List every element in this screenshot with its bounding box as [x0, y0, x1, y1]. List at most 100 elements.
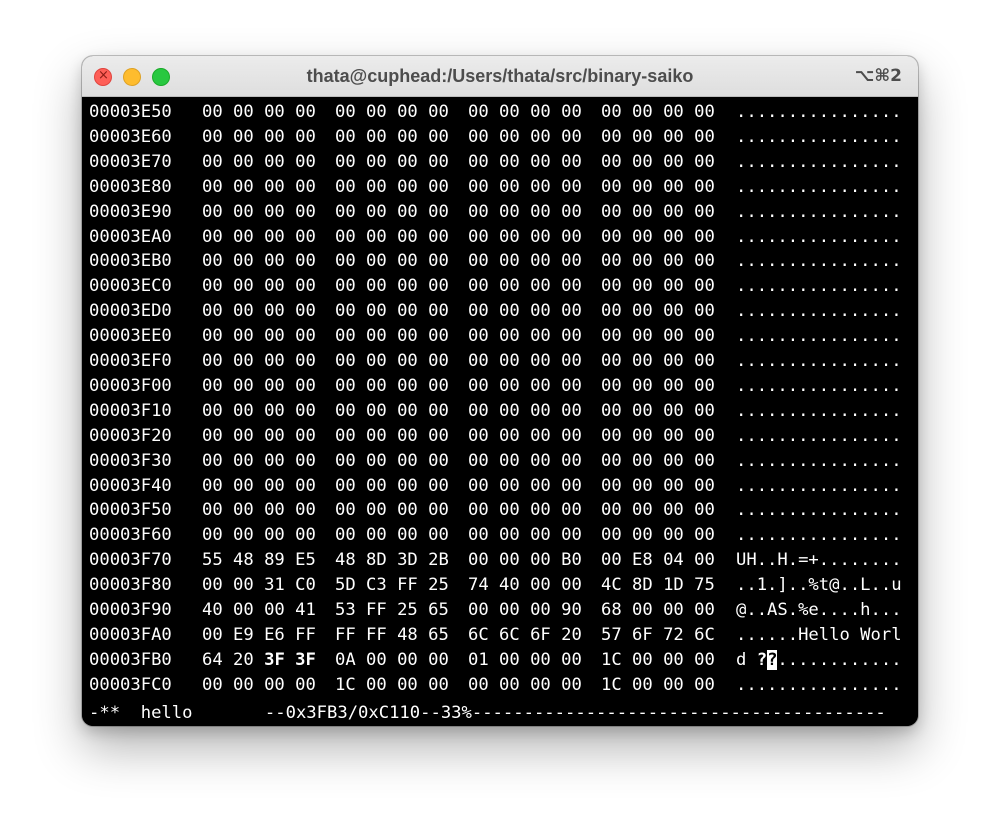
hexdump-row: 00003FA0 00 E9 E6 FF FF FF 48 65 6C 6C 6F 2…: [89, 623, 911, 648]
hex-group: 64 20 3F 3F: [202, 648, 316, 673]
hex-group: 00 00 00 00: [202, 126, 316, 147]
hexdump-row: 00003F90 40 00 00 41 53 FF 25 65 00 00 00 9…: [89, 598, 911, 623]
ascii-column: ................: [736, 276, 902, 297]
hex-group: 00 00 00 00: [468, 251, 582, 272]
row-address: 00003E60: [89, 126, 172, 147]
hex-group: 00 00 00 00: [601, 525, 715, 546]
row-address: 00003E70: [89, 151, 172, 172]
hex-group: 57 6F 72 6C: [601, 624, 715, 645]
row-address: 00003F00: [89, 375, 172, 396]
hex-group: 68 00 00 00: [601, 600, 715, 620]
text-cursor: ?: [767, 649, 778, 670]
hex-group: 00 00 00 00: [335, 326, 449, 347]
hex-group: 53 FF 25 65: [335, 600, 449, 620]
hex-group: 00 00 00 00: [335, 351, 449, 371]
row-address: 00003F40: [89, 475, 172, 496]
hex-group: FF FF 48 65: [335, 624, 449, 645]
hex-group: 00 00 00 00: [468, 226, 582, 247]
row-address: 00003F20: [89, 425, 172, 446]
row-address: 00003FB0: [89, 649, 172, 670]
hex-group: 00 E8 04 00: [601, 550, 715, 571]
hex-group: 00 00 00 00: [202, 500, 316, 521]
hex-group: 00 00 00 00: [468, 525, 582, 546]
hex-group: 00 00 00 00: [202, 151, 316, 172]
window-title: thata@cuphead:/Users/thata/src/binary-sa…: [306, 66, 694, 86]
ascii-column: ................: [736, 226, 902, 247]
row-address: 00003FA0: [89, 624, 172, 645]
hex-group: 00 00 00 00: [335, 226, 449, 247]
row-address: 00003EE0: [89, 326, 172, 347]
hexdump-row: 00003E70 00 00 00 00 00 00 00 00 00 00 00 0…: [89, 150, 911, 175]
hex-group: 00 00 00 00: [601, 201, 715, 222]
hex-group: 00 00 00 00: [202, 276, 316, 297]
hex-group: 00 00 00 00: [202, 674, 316, 695]
ascii-column: d ??............: [736, 648, 902, 673]
ascii-text: d: [736, 649, 757, 670]
hexdump-row: 00003F70 55 48 89 E5 48 8D 3D 2B 00 00 00 B…: [89, 548, 911, 573]
ascii-column: ................: [736, 301, 902, 322]
hexdump-row: 00003FC0 00 00 00 00 1C 00 00 00 00 00 00 0…: [89, 673, 911, 698]
hex-group: 00 00 00 00: [468, 326, 582, 347]
hex-group: 00 00 00 00: [202, 102, 316, 122]
hex-group: 00 00 00 00: [468, 450, 582, 471]
hex-group: 00 00 00 90: [468, 600, 582, 620]
hex-group: 00 00 00 00: [601, 326, 715, 347]
ascii-column: ................: [736, 375, 902, 396]
hex-group: 00 00 00 00: [335, 475, 449, 496]
ascii-text-modified: ?: [756, 649, 768, 670]
hex-group: 00 00 00 00: [202, 425, 316, 446]
hexdump-row: 00003EC0 00 00 00 00 00 00 00 00 00 00 00 0…: [89, 274, 911, 299]
row-address: 00003E50: [89, 102, 172, 122]
hex-group: 00 00 00 00: [468, 674, 582, 695]
hex-group: 00 00 00 00: [335, 276, 449, 297]
row-address: 00003E90: [89, 201, 172, 222]
hex-group: 00 00 00 00: [202, 251, 316, 272]
hex-group: 6C 6C 6F 20: [468, 624, 582, 645]
ascii-column: ................: [736, 201, 902, 222]
ascii-column: UH..H.=+........: [736, 550, 902, 571]
row-address: 00003F30: [89, 450, 172, 471]
hex-group: 74 40 00 00: [468, 575, 582, 596]
row-address: 00003EC0: [89, 276, 172, 297]
terminal-content[interactable]: 00003E50 00 00 00 00 00 00 00 00 00 00 00 0…: [82, 97, 918, 726]
terminal-window: × thata@cuphead:/Users/thata/src/binary-…: [82, 56, 918, 726]
hexdump-row: 00003ED0 00 00 00 00 00 00 00 00 00 00 00 0…: [89, 299, 911, 324]
ascii-column: ................: [736, 126, 902, 147]
hexdump-row: 00003EA0 00 00 00 00 00 00 00 00 00 00 00 0…: [89, 225, 911, 250]
row-address: 00003F60: [89, 525, 172, 546]
ascii-column: ................: [736, 425, 902, 446]
hex-group: 00 00 31 C0: [202, 575, 316, 596]
hex-group: 00 00 00 00: [601, 500, 715, 521]
row-address: 00003EB0: [89, 251, 172, 272]
row-address: 00003F10: [89, 400, 172, 421]
hex-group: 5D C3 FF 25: [335, 575, 449, 596]
hex-group: 00 00 00 00: [335, 176, 449, 197]
hex-group: 00 E9 E6 FF: [202, 624, 316, 645]
hex-group: 48 8D 3D 2B: [335, 550, 449, 571]
hexdump-row: 00003F60 00 00 00 00 00 00 00 00 00 00 00 0…: [89, 523, 911, 548]
title-bar[interactable]: × thata@cuphead:/Users/thata/src/binary-…: [82, 56, 918, 97]
hex-group: 00 00 00 00: [468, 151, 582, 172]
hex-group: 00 00 00 00: [601, 226, 715, 247]
hexdump-row: 00003F30 00 00 00 00 00 00 00 00 00 00 00 0…: [89, 449, 911, 474]
ascii-column: ......Hello Worl: [736, 624, 902, 645]
hex-group: 00 00 00 00: [468, 475, 582, 496]
ascii-column: ................: [736, 326, 902, 347]
hex-group: 00 00 00 00: [468, 301, 582, 322]
hex-group: 1C 00 00 00: [601, 649, 715, 670]
hex-group: 00 00 00 00: [335, 500, 449, 521]
hex-group: 00 00 00 00: [601, 176, 715, 197]
ascii-column: ................: [736, 450, 902, 471]
row-address: 00003F80: [89, 575, 172, 596]
hexdump-row: 00003EE0 00 00 00 00 00 00 00 00 00 00 00 0…: [89, 324, 911, 349]
hex-group: 00 00 00 00: [202, 375, 316, 396]
ascii-text: ............: [777, 649, 902, 670]
hex-group: 00 00 00 00: [601, 375, 715, 396]
hex-group: 00 00 00 00: [202, 400, 316, 421]
hex-group: 1C 00 00 00: [601, 674, 715, 695]
hex-group: 00 00 00 00: [601, 425, 715, 446]
hex-group: 00 00 00 00: [335, 525, 449, 546]
ascii-column: ................: [736, 351, 902, 371]
ascii-column: ................: [736, 151, 902, 172]
hex-group: 00 00 00 00: [335, 425, 449, 446]
